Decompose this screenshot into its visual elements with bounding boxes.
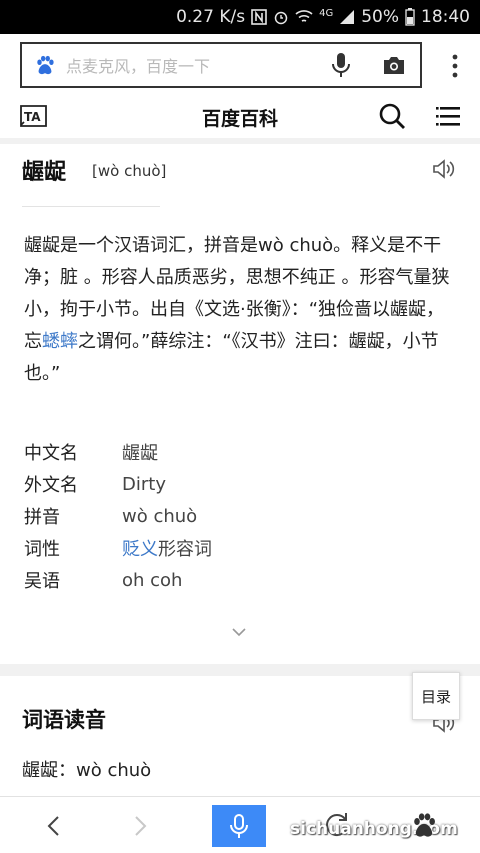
camera-icon[interactable] bbox=[382, 55, 406, 75]
network-speed: 0.27 K/s bbox=[176, 7, 246, 27]
section-title: 词语读音 bbox=[22, 708, 106, 732]
battery-icon bbox=[405, 8, 415, 26]
info-value: Dirty bbox=[122, 473, 166, 495]
search-placeholder: 点麦克风，百度一下 bbox=[66, 57, 211, 76]
entry-pinyin: [wò chuò] bbox=[92, 162, 167, 180]
basic-info-table: 中文名 龌龊 外文名 Dirty 拼音 wò chuò 词性 贬义形容词 吴语 … bbox=[24, 436, 460, 596]
wifi-icon bbox=[295, 9, 313, 25]
search-input[interactable]: 点麦克风，百度一下 bbox=[20, 42, 422, 88]
section-divider bbox=[0, 664, 480, 676]
more-options-icon[interactable] bbox=[452, 54, 458, 78]
info-row: 外文名 Dirty bbox=[24, 468, 460, 500]
info-value: 贬义形容词 bbox=[122, 535, 212, 561]
summary-text-end: 之谓何。”薛综注：“《汉书》注曰：龌龊，小节也。” bbox=[24, 331, 439, 384]
info-key: 吴语 bbox=[24, 571, 60, 592]
baidu-paw-icon[interactable] bbox=[410, 811, 438, 839]
info-value: oh coh bbox=[122, 569, 183, 591]
info-key: 词性 bbox=[24, 539, 60, 560]
reading-text: 龌龊：wò chuò bbox=[22, 760, 152, 781]
bottom-nav: sichuanhong.com bbox=[0, 796, 480, 853]
battery-percent: 50% bbox=[361, 7, 399, 27]
page-title: 百度百科 bbox=[201, 108, 278, 130]
toc-button[interactable]: 目录 bbox=[412, 672, 460, 720]
back-icon[interactable] bbox=[44, 815, 62, 837]
signal-icon bbox=[339, 9, 355, 25]
info-key: 中文名 bbox=[24, 443, 78, 464]
alarm-icon bbox=[273, 9, 289, 25]
search-bar: 点麦克风，百度一下 bbox=[0, 34, 480, 96]
entry-title: 龌龊 bbox=[22, 160, 67, 185]
info-value: 龌龊 bbox=[122, 443, 158, 464]
divider bbox=[0, 138, 480, 144]
summary-link[interactable]: 蟋蟀 bbox=[42, 331, 78, 352]
speaker-icon[interactable] bbox=[432, 158, 456, 180]
expand-chevron-icon[interactable] bbox=[230, 626, 248, 638]
forward-icon[interactable] bbox=[132, 815, 150, 837]
clock: 18:40 bbox=[421, 7, 470, 27]
info-row: 词性 贬义形容词 bbox=[24, 532, 460, 564]
menu-icon[interactable] bbox=[436, 104, 460, 128]
info-value-text: 形容词 bbox=[158, 539, 212, 560]
microphone-icon bbox=[230, 814, 248, 838]
network-type: 4G bbox=[319, 7, 334, 19]
info-value: wò chuò bbox=[122, 505, 198, 527]
status-bar: 0.27 K/s 4G 50% 18:40 bbox=[0, 0, 480, 34]
nfc-icon bbox=[251, 9, 267, 25]
entry-summary: 龌龊是一个汉语词汇，拼音是wò chuò。释义是不干净；脏 。形容人品质恶劣，思… bbox=[24, 230, 460, 390]
search-icon[interactable] bbox=[378, 102, 406, 130]
baidu-paw-icon bbox=[37, 55, 54, 75]
info-row: 拼音 wò chuò bbox=[24, 500, 460, 532]
voice-search-button[interactable] bbox=[212, 805, 266, 847]
info-value-link[interactable]: 贬义 bbox=[122, 539, 158, 560]
info-row: 中文名 龌龊 bbox=[24, 436, 460, 468]
title-divider bbox=[22, 206, 160, 207]
info-key: 拼音 bbox=[24, 507, 60, 528]
info-row: 吴语 oh coh bbox=[24, 564, 460, 596]
microphone-icon[interactable] bbox=[330, 52, 352, 78]
info-key: 外文名 bbox=[24, 475, 78, 496]
baike-header: TA 百度百科 bbox=[0, 96, 480, 136]
